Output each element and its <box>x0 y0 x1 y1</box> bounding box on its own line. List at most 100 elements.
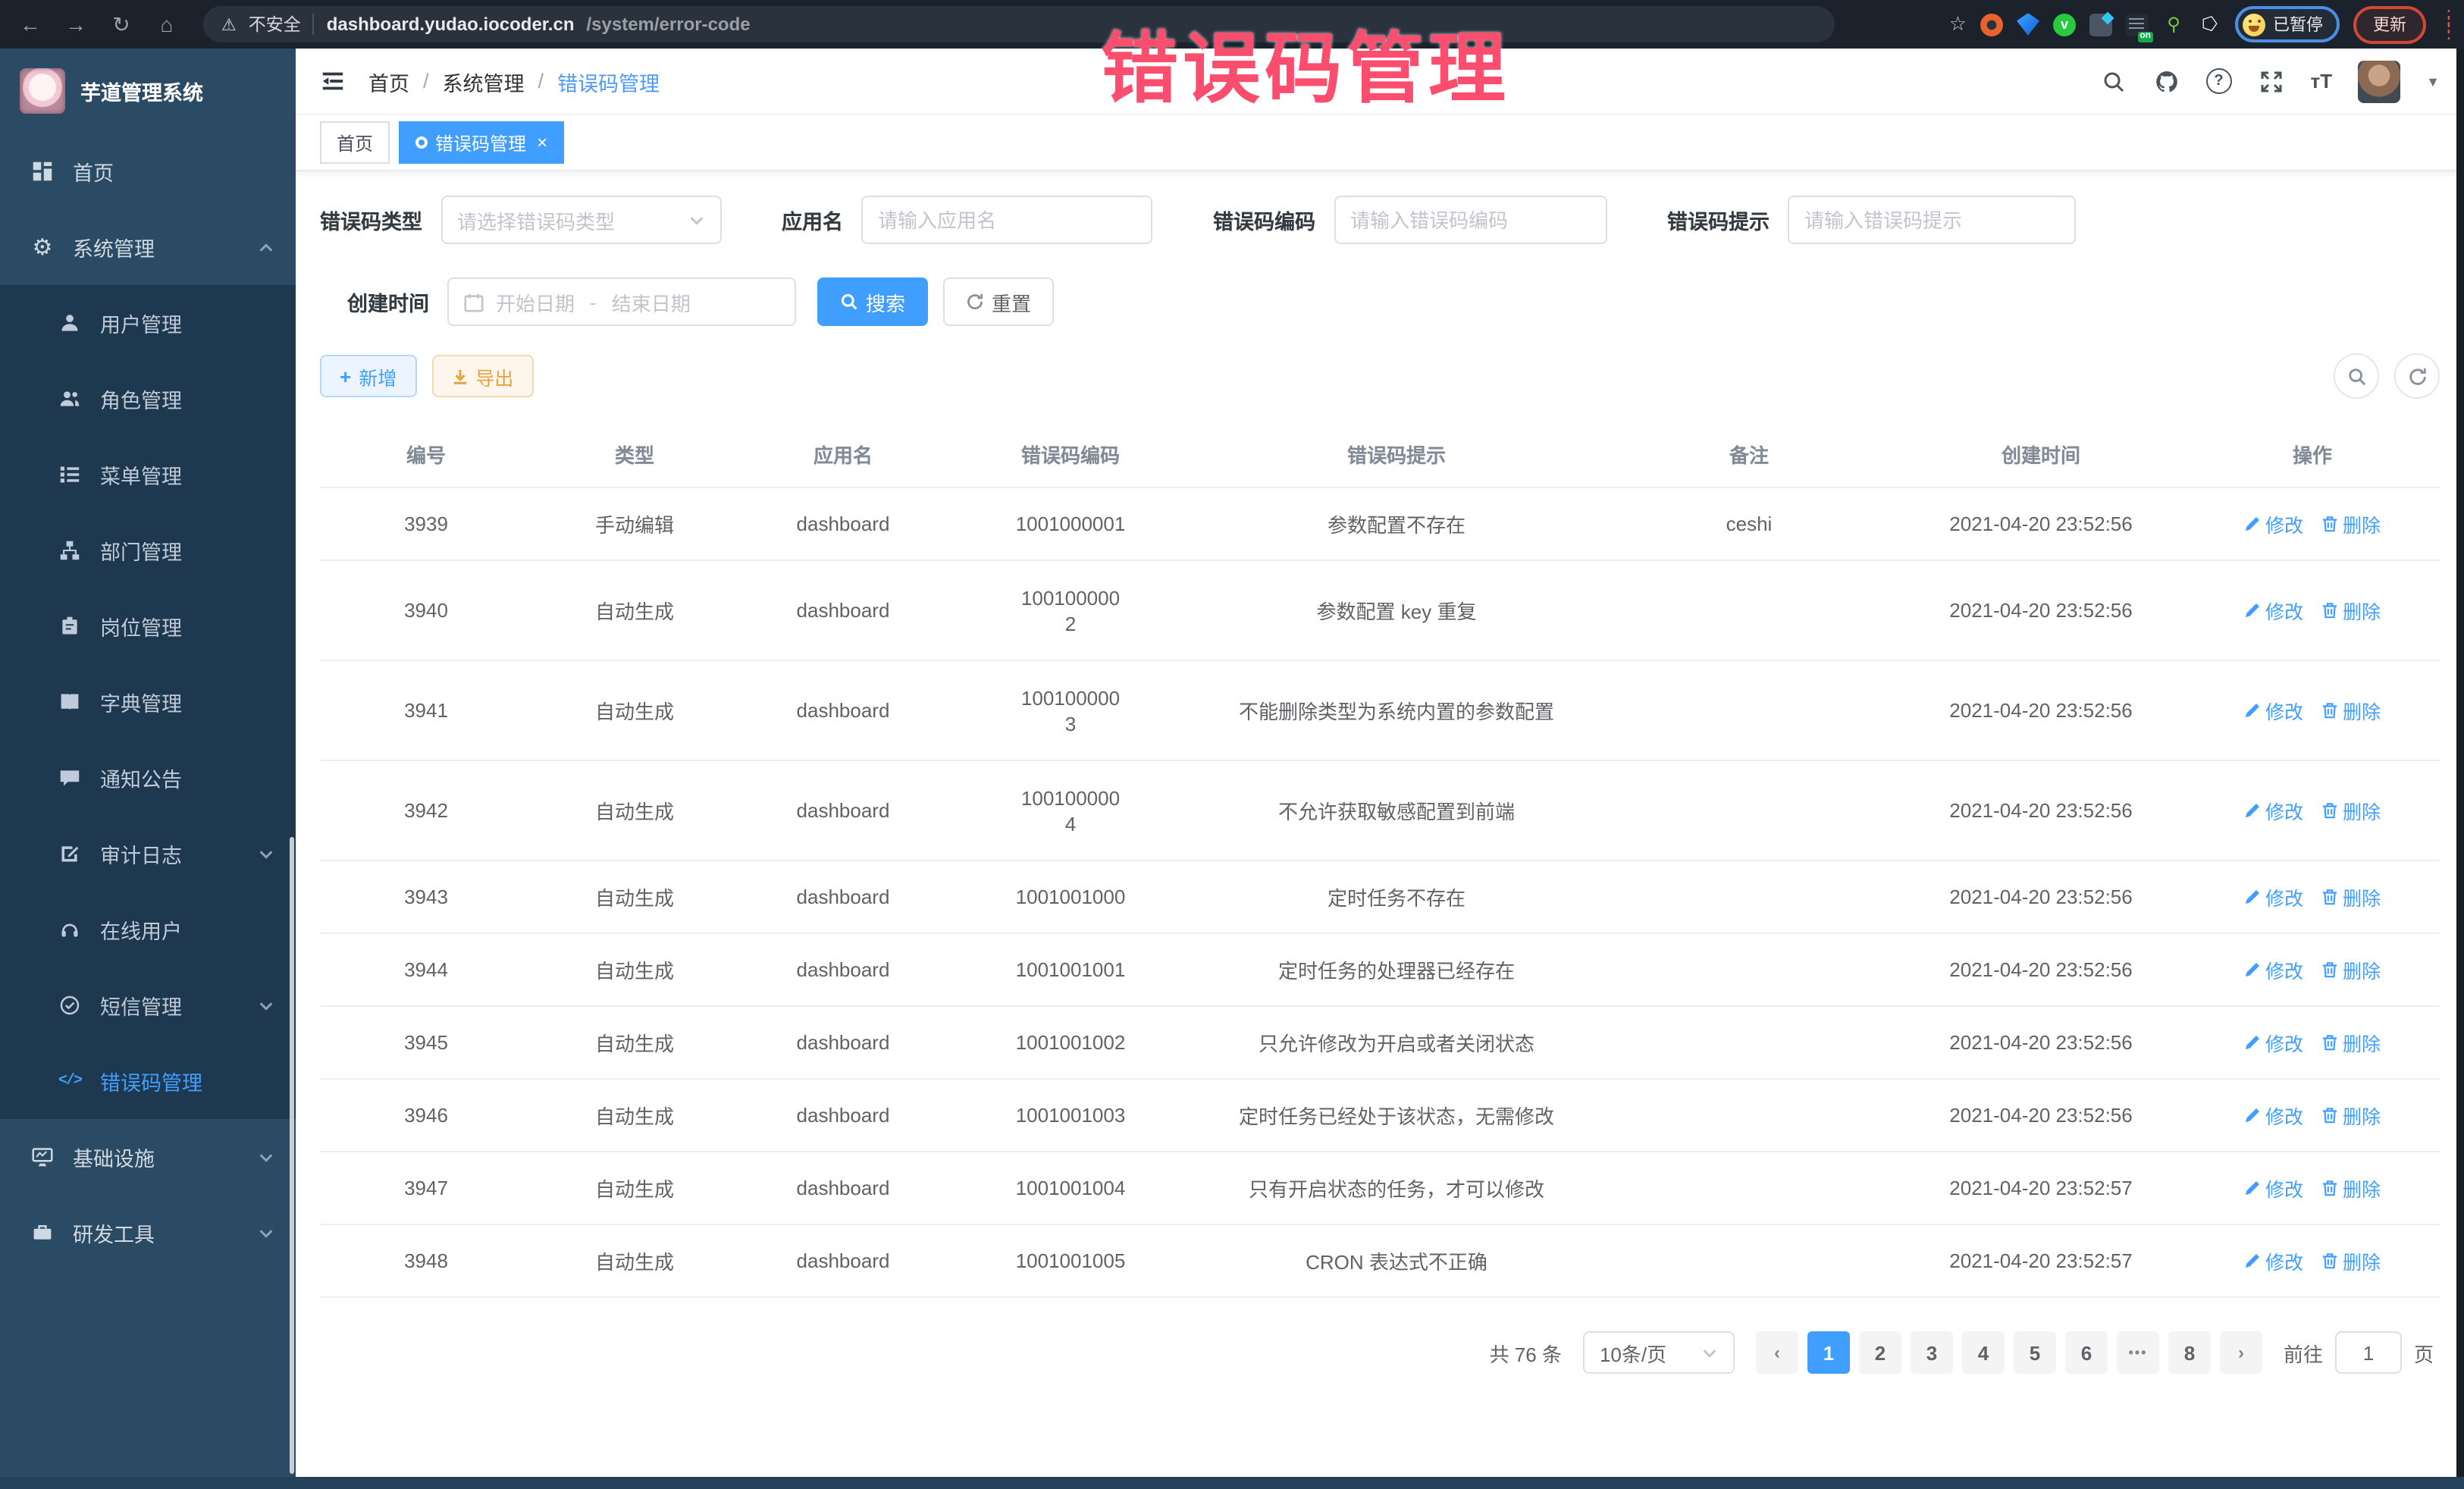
sidebar-subitem-7[interactable]: 审计日志 <box>0 816 296 892</box>
edit-button[interactable]: 修改 <box>2244 1101 2303 1130</box>
sidebar-subitem-5[interactable]: 字典管理 <box>0 664 296 740</box>
extension-icon-orange[interactable] <box>1980 13 2003 36</box>
cell-type: 手动编辑 <box>532 509 737 538</box>
extension-icon-key[interactable]: ⚲ <box>2162 13 2185 36</box>
browser-home-icon[interactable]: ⌂ <box>152 9 182 39</box>
sidebar-scrollbar[interactable] <box>290 837 294 1474</box>
page-button-5[interactable]: 5 <box>2014 1331 2056 1374</box>
sidebar-subitem-4[interactable]: 岗位管理 <box>0 588 296 664</box>
sidebar-subitem-8[interactable]: 在线用户 <box>0 892 296 967</box>
extension-icon-list[interactable]: on <box>2126 13 2149 36</box>
extensions-puzzle-icon[interactable]: ⭔ <box>2199 13 2221 36</box>
refresh-icon <box>966 293 984 311</box>
delete-button[interactable]: 删除 <box>2321 596 2381 625</box>
browser-menu-icon[interactable]: ⋮⋮⋮ <box>2440 13 2449 36</box>
error-type-select[interactable]: 请选择错误码类型 <box>440 196 721 244</box>
cell-type: 自动生成 <box>532 1246 737 1275</box>
table-row-3942: 3942自动生成dashboard1001000004不允许获取敏感配置到前端2… <box>320 761 2440 861</box>
sidebar-subitem-2[interactable]: 菜单管理 <box>0 437 296 513</box>
delete-button[interactable]: 删除 <box>2321 1246 2381 1275</box>
edit-button[interactable]: 修改 <box>2244 509 2303 538</box>
address-bar[interactable]: ⚠ 不安全 dashboard.yudao.iocoder.cn/system/… <box>203 6 1835 42</box>
edit-button[interactable]: 修改 <box>2244 696 2303 725</box>
sidebar-item-devtools[interactable]: 研发工具 <box>0 1195 296 1271</box>
audit-log-icon <box>58 842 82 866</box>
breadcrumb-home[interactable]: 首页 <box>368 66 409 96</box>
delete-button[interactable]: 删除 <box>2321 1028 2381 1057</box>
delete-button[interactable]: 删除 <box>2321 1101 2381 1130</box>
sidebar-logo-row[interactable]: 芋道管理系统 <box>0 49 296 133</box>
user-avatar[interactable] <box>2358 60 2400 102</box>
search-button[interactable]: 搜索 <box>817 277 928 326</box>
browser-back-icon[interactable]: ← <box>15 9 45 39</box>
sidebar-subitem-3[interactable]: 部门管理 <box>0 513 296 588</box>
sidebar-subitem-9[interactable]: 短信管理 <box>0 967 296 1043</box>
refresh-table-icon-button[interactable] <box>2394 353 2440 399</box>
delete-button[interactable]: 删除 <box>2321 1174 2381 1202</box>
page-more-icon[interactable]: ••• <box>2117 1331 2159 1374</box>
browser-forward-icon[interactable]: → <box>61 9 91 39</box>
app-name-input[interactable] <box>861 196 1152 244</box>
filter-row-2: 创建时间 开始日期 - 结束日期 搜索 重置 <box>320 277 2440 326</box>
github-icon[interactable] <box>2153 67 2180 95</box>
delete-button[interactable]: 删除 <box>2321 509 2381 538</box>
extension-icon-grid[interactable] <box>2089 13 2112 36</box>
sidebar-item-infra[interactable]: 基础设施 <box>0 1119 296 1195</box>
browser-right-cluster: ☆ v on ⚲ ⭔ 已暂停 更新 ⋮⋮⋮ <box>1949 5 2449 43</box>
sidebar-subitem-6[interactable]: 通知公告 <box>0 740 296 816</box>
edit-button[interactable]: 修改 <box>2244 596 2303 625</box>
close-icon[interactable]: × <box>537 132 547 153</box>
extension-icon-gem[interactable] <box>2017 13 2039 36</box>
goto-page-input[interactable] <box>2335 1331 2402 1374</box>
avatar-caret-icon[interactable]: ▼ <box>2426 74 2440 89</box>
tag-error-code[interactable]: 错误码管理 × <box>399 121 564 164</box>
extension-icon-v[interactable]: v <box>2053 13 2076 36</box>
page-button-1[interactable]: 1 <box>1807 1331 1850 1374</box>
browser-update-button[interactable]: 更新 <box>2353 5 2426 43</box>
reset-button[interactable]: 重置 <box>943 277 1054 326</box>
edit-button[interactable]: 修改 <box>2244 955 2303 984</box>
font-size-icon[interactable]: ᴛT <box>2311 70 2333 92</box>
edit-button[interactable]: 修改 <box>2244 796 2303 825</box>
search-icon[interactable] <box>2100 67 2127 95</box>
sidebar-subitem-1[interactable]: 角色管理 <box>0 361 296 437</box>
edit-button[interactable]: 修改 <box>2244 882 2303 911</box>
next-page-button[interactable]: › <box>2220 1331 2262 1374</box>
delete-button[interactable]: 删除 <box>2321 796 2381 825</box>
page-button-3[interactable]: 3 <box>1911 1331 1953 1374</box>
create-time-range-picker[interactable]: 开始日期 - 结束日期 <box>447 277 796 326</box>
edit-button[interactable]: 修改 <box>2244 1246 2303 1275</box>
edit-button[interactable]: 修改 <box>2244 1028 2303 1057</box>
fullscreen-icon[interactable] <box>2258 67 2285 95</box>
page-button-8[interactable]: 8 <box>2168 1331 2211 1374</box>
sidebar-item-home[interactable]: 首页 <box>0 133 296 209</box>
sidebar-item-system[interactable]: ⚙ 系统管理 <box>0 209 296 285</box>
show-search-icon-button[interactable] <box>2334 353 2379 399</box>
add-button[interactable]: + 新增 <box>320 355 416 397</box>
tag-home[interactable]: 首页 <box>320 121 390 164</box>
help-icon[interactable]: ? <box>2206 68 2232 94</box>
page-button-6[interactable]: 6 <box>2065 1331 2108 1374</box>
profile-paused-chip[interactable]: 已暂停 <box>2235 6 2340 42</box>
error-hint-input[interactable] <box>1788 196 2076 244</box>
sidebar-item-label: 短信管理 <box>100 990 182 1020</box>
page-button-2[interactable]: 2 <box>1859 1331 1901 1374</box>
sidebar-subitem-0[interactable]: 用户管理 <box>0 285 296 361</box>
breadcrumb-system[interactable]: 系统管理 <box>443 66 525 96</box>
edit-button[interactable]: 修改 <box>2244 1174 2303 1202</box>
page-size-select[interactable]: 10条/页 <box>1583 1331 1735 1374</box>
select-placeholder: 请选择错误码类型 <box>457 205 615 234</box>
browser-reload-icon[interactable]: ↻ <box>106 9 136 39</box>
delete-button[interactable]: 删除 <box>2321 882 2381 911</box>
sidebar-collapse-icon[interactable] <box>320 68 346 94</box>
delete-button[interactable]: 删除 <box>2321 955 2381 984</box>
sidebar-item-label: 用户管理 <box>100 308 182 338</box>
sidebar-subitem-10[interactable]: </>错误码管理 <box>0 1043 296 1119</box>
cell-type: 自动生成 <box>532 1101 737 1130</box>
export-button[interactable]: 导出 <box>431 355 533 397</box>
error-code-input[interactable] <box>1334 196 1607 244</box>
delete-button[interactable]: 删除 <box>2321 696 2381 725</box>
bookmark-star-icon[interactable]: ☆ <box>1949 12 1967 36</box>
prev-page-button[interactable]: ‹ <box>1756 1331 1798 1374</box>
page-button-4[interactable]: 4 <box>1962 1331 2005 1374</box>
